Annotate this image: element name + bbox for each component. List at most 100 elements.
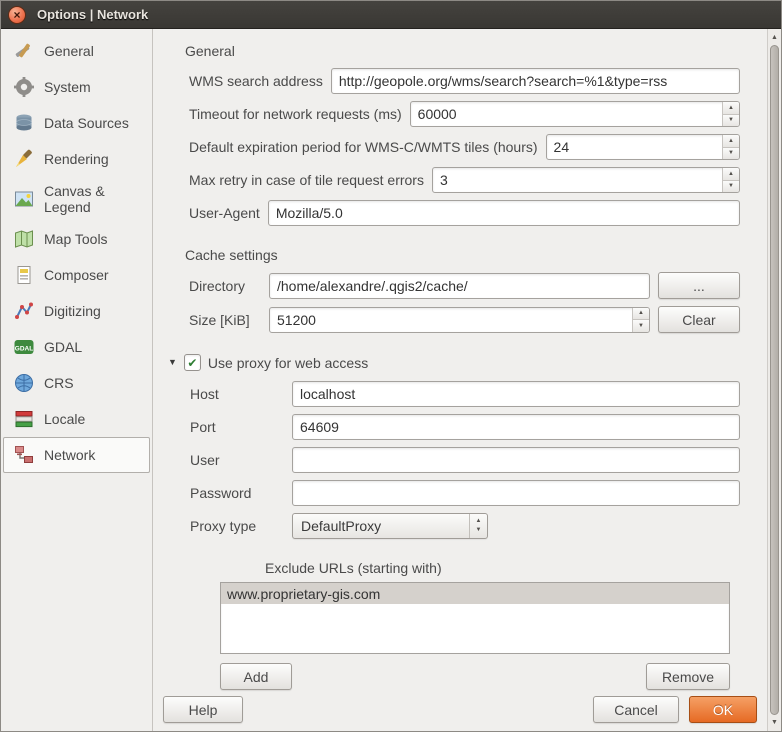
spin-up-icon[interactable]: ▲	[723, 135, 739, 147]
close-icon: ×	[13, 9, 20, 21]
sidebar-item-label: Network	[44, 447, 95, 463]
cache-size-row: Size [KiB] ▲ ▼ Clear	[189, 306, 740, 333]
cache-size-input[interactable]	[270, 308, 632, 332]
gear-icon	[12, 75, 36, 99]
sidebar-item-composer[interactable]: Composer	[3, 257, 150, 293]
spin-up-icon[interactable]: ▲	[723, 102, 739, 114]
sidebar-item-label: Data Sources	[44, 115, 129, 131]
content-scrollbar[interactable]: ▲ ▼	[767, 29, 781, 731]
wms-search-row: WMS search address	[189, 68, 740, 94]
sidebar-item-label: Composer	[44, 267, 109, 283]
scroll-down-icon[interactable]: ▼	[771, 717, 778, 728]
scrollbar-thumb[interactable]	[770, 45, 779, 715]
wms-search-input[interactable]	[331, 68, 740, 94]
cache-directory-row: Directory ...	[189, 272, 740, 299]
timeout-input[interactable]	[411, 102, 722, 126]
general-section-title: General	[185, 43, 757, 59]
proxy-password-label: Password	[190, 485, 284, 501]
cache-directory-input[interactable]	[269, 273, 650, 299]
window-title: Options | Network	[37, 7, 148, 22]
exclude-url-item[interactable]: www.proprietary-gis.com	[221, 583, 729, 604]
use-proxy-checkbox[interactable]: ✔	[184, 354, 201, 371]
sidebar-item-canvas-legend[interactable]: Canvas & Legend	[3, 177, 150, 221]
help-button[interactable]: Help	[163, 696, 243, 723]
gdal-logo-icon: GDAL	[12, 335, 36, 359]
sidebar-item-label: Map Tools	[44, 231, 108, 247]
browse-button[interactable]: ...	[658, 272, 740, 299]
clear-cache-button[interactable]: Clear	[658, 306, 740, 333]
database-icon	[12, 111, 36, 135]
check-icon: ✔	[187, 357, 197, 369]
sidebar: General System Data Sources Rendering	[1, 29, 153, 731]
expiration-row: Default expiration period for WMS-C/WMTS…	[189, 134, 740, 160]
ok-button[interactable]: OK	[689, 696, 757, 723]
user-agent-label: User-Agent	[189, 205, 260, 221]
paintbrush-icon	[12, 147, 36, 171]
sidebar-item-crs[interactable]: CRS	[3, 365, 150, 401]
expiration-input[interactable]	[547, 135, 722, 159]
sidebar-item-label: GDAL	[44, 339, 82, 355]
proxy-password-input[interactable]	[292, 480, 740, 506]
sidebar-item-system[interactable]: System	[3, 69, 150, 105]
proxy-group-header[interactable]: ▼ ✔ Use proxy for web access	[168, 354, 757, 371]
cancel-button[interactable]: Cancel	[593, 696, 679, 723]
spin-up-icon[interactable]: ▲	[633, 308, 649, 320]
proxy-type-label: Proxy type	[190, 518, 284, 534]
retry-row: Max retry in case of tile request errors…	[189, 167, 740, 193]
wms-search-label: WMS search address	[189, 73, 323, 89]
globe-icon	[12, 371, 36, 395]
exclude-urls-list[interactable]: www.proprietary-gis.com	[220, 582, 730, 654]
timeout-label: Timeout for network requests (ms)	[189, 106, 402, 122]
proxy-type-select[interactable]: DefaultProxy ▲ ▼	[292, 513, 488, 539]
titlebar[interactable]: × Options | Network	[1, 1, 781, 29]
timeout-spinner: ▲ ▼	[410, 101, 740, 127]
remove-url-button[interactable]: Remove	[646, 663, 730, 690]
scroll-up-icon[interactable]: ▲	[771, 32, 778, 43]
sidebar-item-label: System	[44, 79, 91, 95]
add-url-button[interactable]: Add	[220, 663, 292, 690]
network-icon	[12, 443, 36, 467]
user-agent-row: User-Agent	[189, 200, 740, 226]
proxy-port-label: Port	[190, 419, 284, 435]
spin-up-icon[interactable]: ▲	[723, 168, 739, 180]
proxy-host-row: Host	[190, 381, 740, 407]
proxy-user-label: User	[190, 452, 284, 468]
vector-polyline-icon	[12, 299, 36, 323]
cache-size-label: Size [KiB]	[189, 312, 261, 328]
wrench-hammer-icon	[12, 39, 36, 63]
proxy-user-input[interactable]	[292, 447, 740, 473]
options-dialog: × Options | Network General System	[0, 0, 782, 732]
proxy-type-value: DefaultProxy	[293, 514, 469, 538]
close-button[interactable]: ×	[8, 6, 26, 24]
sidebar-item-label: Locale	[44, 411, 85, 427]
network-options-panel: General WMS search address Timeout for n…	[153, 29, 767, 731]
expiration-spinner: ▲ ▼	[546, 134, 740, 160]
sidebar-item-rendering[interactable]: Rendering	[3, 141, 150, 177]
page-layout-icon	[12, 263, 36, 287]
sidebar-item-map-tools[interactable]: Map Tools	[3, 221, 150, 257]
sidebar-item-label: Canvas & Legend	[44, 183, 145, 215]
sidebar-item-label: Rendering	[44, 151, 109, 167]
spin-down-icon[interactable]: ▼	[633, 319, 649, 332]
use-proxy-label: Use proxy for web access	[208, 355, 368, 371]
sidebar-item-data-sources[interactable]: Data Sources	[3, 105, 150, 141]
expander-down-icon[interactable]: ▼	[168, 358, 177, 367]
map-icon	[12, 227, 36, 251]
spin-down-icon[interactable]: ▼	[723, 180, 739, 193]
sidebar-item-network[interactable]: Network	[3, 437, 150, 473]
user-agent-input[interactable]	[268, 200, 740, 226]
spin-down-icon[interactable]: ▼	[723, 147, 739, 160]
proxy-password-row: Password	[190, 480, 740, 506]
sidebar-item-gdal[interactable]: GDAL GDAL	[3, 329, 150, 365]
spin-down-icon[interactable]: ▼	[723, 114, 739, 127]
retry-spinner: ▲ ▼	[432, 167, 740, 193]
sidebar-item-digitizing[interactable]: Digitizing	[3, 293, 150, 329]
sidebar-item-locale[interactable]: Locale	[3, 401, 150, 437]
exclude-urls-label: Exclude URLs (starting with)	[265, 560, 730, 576]
proxy-port-input[interactable]	[292, 414, 740, 440]
sidebar-item-label: Digitizing	[44, 303, 101, 319]
retry-input[interactable]	[433, 168, 722, 192]
proxy-host-input[interactable]	[292, 381, 740, 407]
sidebar-item-general[interactable]: General	[3, 33, 150, 69]
retry-label: Max retry in case of tile request errors	[189, 172, 424, 188]
